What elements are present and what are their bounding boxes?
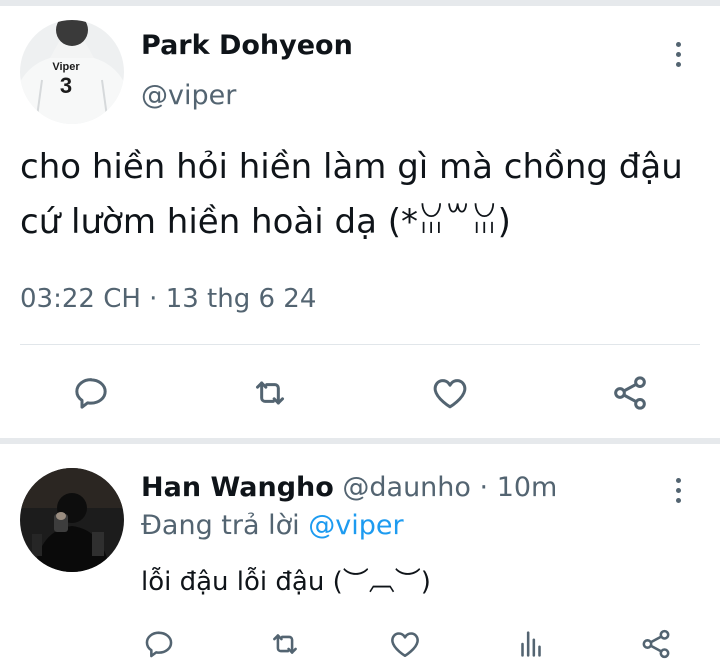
like-icon (391, 632, 419, 658)
replying-to-mention[interactable]: @viper (308, 510, 403, 541)
share-icon (642, 629, 670, 659)
reply-icon (145, 631, 173, 658)
reply-time[interactable]: 10m (497, 472, 558, 503)
avatar-jersey-name: Viper (52, 61, 80, 73)
tweet-timestamp[interactable]: 03:22 CH · 13 thg 6 24 (20, 284, 316, 314)
replying-to-label: Đang trả lời (141, 510, 309, 541)
views-icon (521, 631, 541, 657)
avatar-jersey-number: 3 (60, 73, 72, 98)
dot (675, 52, 681, 57)
display-name[interactable]: Park Dohyeon (141, 30, 353, 61)
dot (675, 62, 681, 67)
reply-like-button[interactable] (383, 622, 427, 666)
like-icon (433, 379, 467, 409)
replying-to-line: Đang trả lời @viper (141, 510, 404, 541)
reply-avatar[interactable] (20, 468, 124, 572)
reply-retweet-button[interactable] (263, 622, 307, 666)
dot (675, 498, 681, 503)
share-button[interactable] (608, 371, 652, 415)
reply-header: Han Wangho @daunho · 10m (141, 472, 557, 503)
reply-views-button[interactable] (509, 622, 553, 666)
dot (675, 42, 681, 47)
reply-more-options-button[interactable] (670, 478, 686, 503)
more-options-button[interactable] (670, 42, 686, 67)
reply-user-handle[interactable]: @daunho (342, 472, 471, 503)
reply-icon (75, 378, 107, 409)
reply-display-name[interactable]: Han Wangho (141, 472, 334, 503)
reply-share-button[interactable] (634, 622, 678, 666)
tweet-text: cho hiền hỏi hiền làm gì mà chồng đậu cứ… (20, 147, 683, 242)
like-button[interactable] (428, 371, 472, 415)
avatar[interactable]: Viper 3 (20, 20, 124, 124)
meta-separator: · (470, 472, 497, 503)
top-divider (0, 0, 720, 6)
reply-text: lỗi đậu lỗi đậu (︶︹︶) (141, 567, 431, 597)
dot (675, 478, 681, 483)
share-icon (614, 376, 646, 410)
retweet-icon (256, 381, 284, 405)
reply-button[interactable] (69, 371, 113, 415)
divider (20, 344, 700, 345)
reply-reply-button[interactable] (137, 622, 181, 666)
user-handle[interactable]: @viper (141, 80, 236, 111)
dot (675, 488, 681, 493)
retweet-button[interactable] (248, 371, 292, 415)
section-divider (0, 438, 720, 444)
retweet-icon (273, 634, 297, 654)
